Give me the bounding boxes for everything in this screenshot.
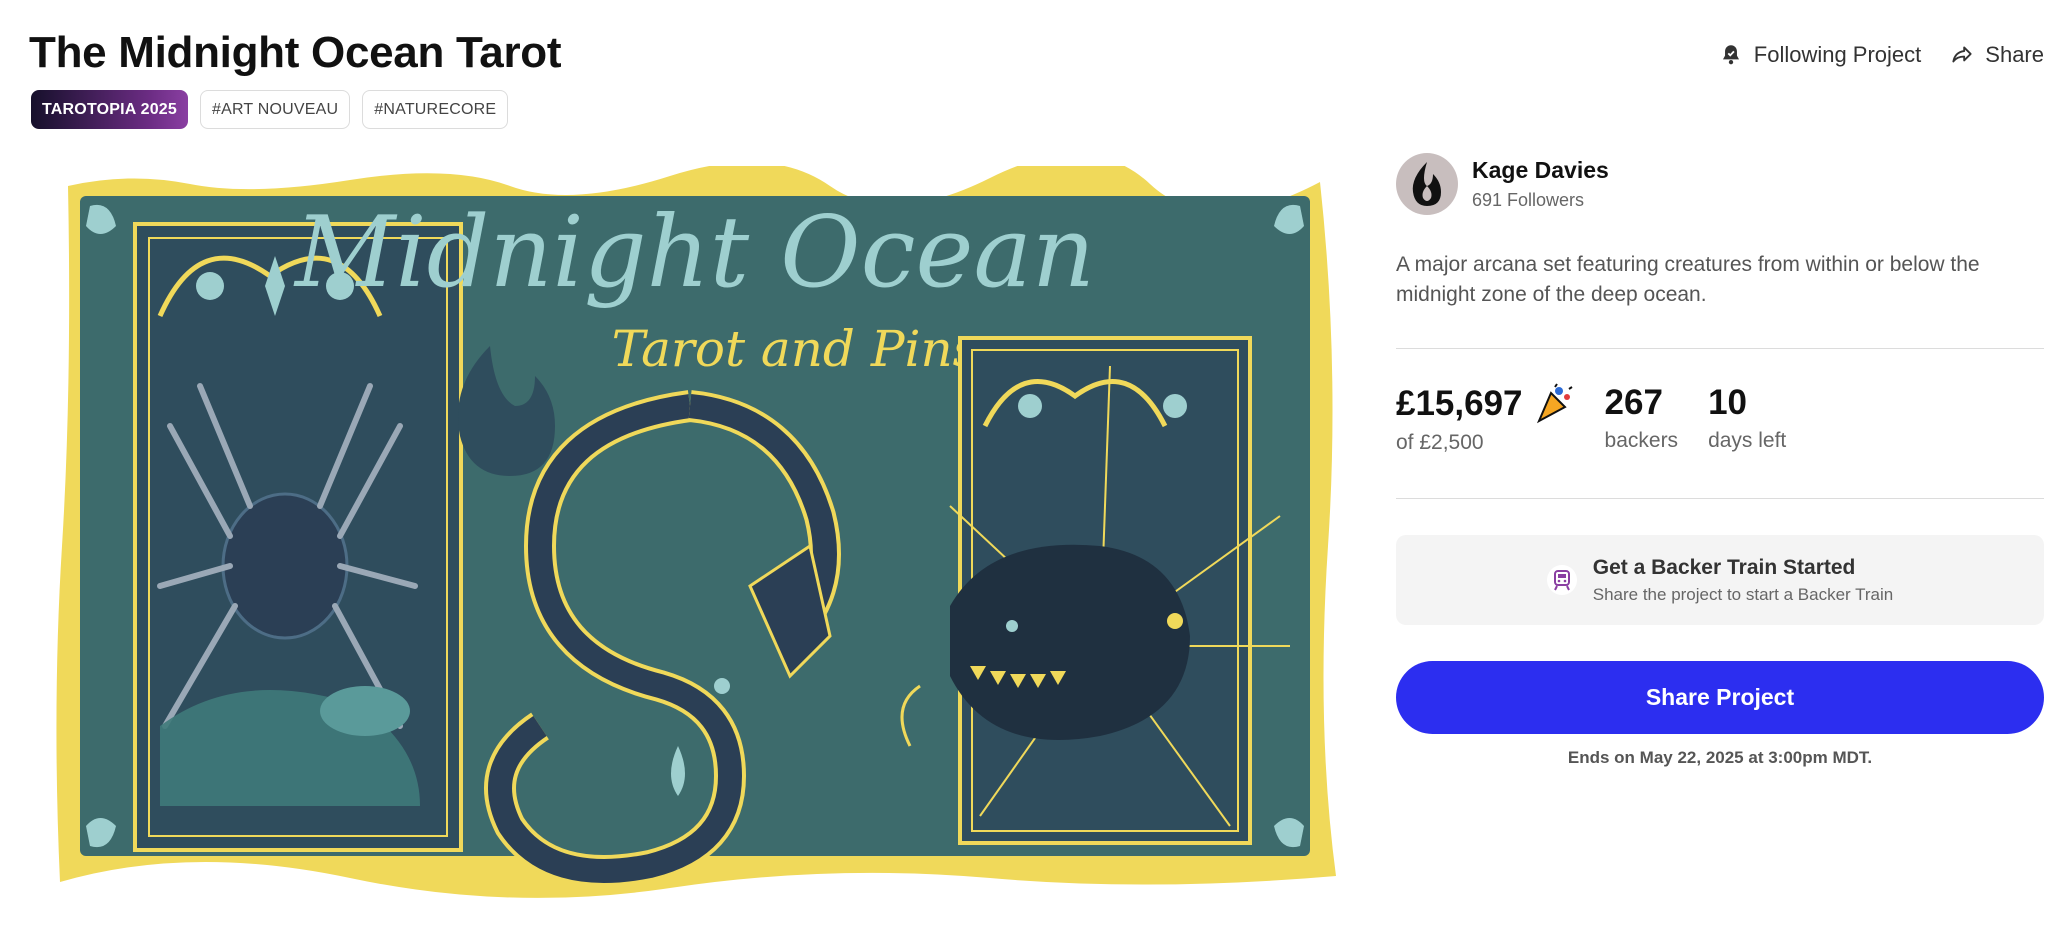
share-project-button[interactable]: Share Project: [1396, 661, 2044, 734]
creator-followers: 691 Followers: [1472, 190, 1585, 210]
backers-count: 267: [1604, 383, 1663, 422]
goal-label: of £2,500: [1396, 431, 1484, 454]
campaign-end-date: Ends on May 22, 2025 at 3:00pm MDT.: [1567, 748, 1873, 767]
days-left-label: days left: [1708, 429, 1787, 452]
backers-stat: 267 backers: [1605, 383, 1679, 455]
creator-info[interactable]: Kage Davies 691 Followers: [1396, 153, 1609, 215]
backer-train-card[interactable]: Get a Backer Train Started Share the pro…: [1396, 535, 2044, 625]
bell-icon: [1722, 45, 1739, 65]
hero-title-text: Midnight Ocean: [293, 196, 1095, 310]
share-label: Share: [1985, 42, 2044, 67]
tag-naturecore[interactable]: #NATURECORE: [362, 90, 509, 129]
funding-stats: £15,697 of £2,500 267 backers 10 days le…: [1396, 383, 1786, 455]
tag-art-nouveau[interactable]: #ART NOUVEAU: [200, 90, 351, 129]
divider: [1396, 498, 2044, 499]
share-icon: [1952, 46, 1972, 63]
top-actions: Following Project Share: [1718, 42, 2044, 68]
tag-tarotopia[interactable]: TAROTOPIA 2025: [31, 90, 188, 129]
backers-label: backers: [1604, 429, 1679, 452]
share-button[interactable]: Share: [1949, 42, 2044, 68]
project-hero-image[interactable]: Midnight Ocean Tarot and Pins: [50, 166, 1342, 898]
backer-train-title: Get a Backer Train Started: [1592, 555, 1856, 579]
project-description: A major arcana set featuring creatures f…: [1396, 253, 1980, 306]
party-popper-icon: [1536, 383, 1573, 424]
creator-name[interactable]: Kage Davies: [1472, 157, 1609, 184]
avatar[interactable]: [1396, 153, 1458, 215]
backer-train-subtitle: Share the project to start a Backer Trai…: [1592, 584, 1894, 604]
following-project-button[interactable]: Following Project: [1718, 42, 1922, 68]
flame-logo-icon: [1412, 162, 1441, 206]
pledged-amount: £15,697: [1396, 384, 1523, 423]
hero-artwork: Midnight Ocean Tarot and Pins: [56, 166, 1336, 898]
hero-subtitle-text: Tarot and Pins: [612, 320, 979, 378]
train-icon: [1546, 565, 1577, 595]
page-title: The Midnight Ocean Tarot: [29, 28, 562, 77]
days-left-count: 10: [1708, 383, 1747, 422]
following-project-label: Following Project: [1753, 42, 1922, 67]
pledged-stat: £15,697 of £2,500: [1396, 383, 1575, 455]
tag-list: TAROTOPIA 2025 #ART NOUVEAU #NATURECORE: [31, 90, 509, 129]
days-left-stat: 10 days left: [1708, 383, 1786, 455]
divider: [1396, 348, 2044, 349]
